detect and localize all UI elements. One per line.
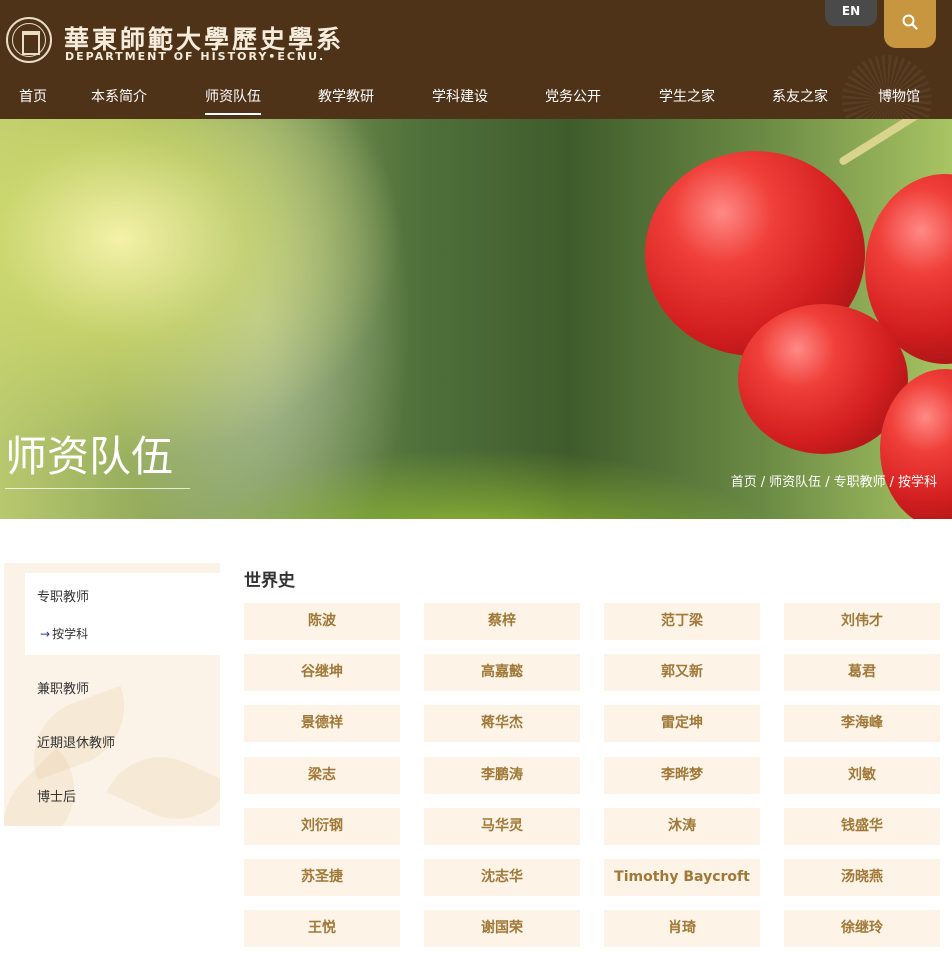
faculty-name-button[interactable]: 高嘉懿 bbox=[424, 654, 580, 691]
faculty-name-button[interactable]: 王悦 bbox=[244, 910, 400, 947]
active-nav-underline bbox=[205, 113, 261, 115]
page-banner: 师资队伍 首页 / 师资队伍 / 专职教师 / 按学科 bbox=[0, 119, 952, 519]
faculty-name-button[interactable]: 刘衍钢 bbox=[244, 808, 400, 845]
breadcrumb-separator: / bbox=[825, 475, 830, 490]
faculty-name-button[interactable]: 马华灵 bbox=[424, 808, 580, 845]
faculty-name-button[interactable]: Timothy Baycroft bbox=[604, 859, 760, 896]
breadcrumb: 首页 / 师资队伍 / 专职教师 / 按学科 bbox=[731, 471, 937, 490]
nav-label: 学生之家 bbox=[659, 89, 715, 105]
breadcrumb-by-discipline[interactable]: 按学科 bbox=[898, 475, 937, 490]
sidebar-subitem-label: 按学科 bbox=[52, 627, 89, 641]
faculty-name-button[interactable]: 沈志华 bbox=[424, 859, 580, 896]
faculty-name-button[interactable]: 苏圣捷 bbox=[244, 859, 400, 896]
faculty-name-button[interactable]: 梁志 bbox=[244, 757, 400, 794]
main-navigation: 首页 本系简介 师资队伍 教学教研 学科建设 党务公开 学生之家 系友之家 博物… bbox=[0, 86, 952, 116]
nav-students[interactable]: 学生之家 bbox=[659, 86, 715, 116]
faculty-name-button[interactable]: 肖琦 bbox=[604, 910, 760, 947]
title-divider bbox=[5, 488, 190, 489]
nav-discipline[interactable]: 学科建设 bbox=[432, 86, 488, 116]
faculty-name-button[interactable]: 李海峰 bbox=[784, 705, 940, 742]
nav-faculty[interactable]: 师资队伍 bbox=[205, 86, 261, 116]
faculty-name-button[interactable]: 范丁梁 bbox=[604, 603, 760, 640]
sidebar-item-parttime[interactable]: 兼职教师 bbox=[37, 678, 89, 697]
sidebar-subitem-by-discipline[interactable]: → 按学科 bbox=[40, 625, 88, 642]
faculty-name-button[interactable]: 陈波 bbox=[244, 603, 400, 640]
nav-home[interactable]: 首页 bbox=[19, 86, 47, 116]
sidebar-item-fulltime[interactable]: 专职教师 bbox=[37, 586, 89, 605]
faculty-name-button[interactable]: 刘敏 bbox=[784, 757, 940, 794]
nav-label: 教学教研 bbox=[318, 89, 374, 105]
faculty-name-button[interactable]: 沐涛 bbox=[604, 808, 760, 845]
nav-museum[interactable]: 博物馆 bbox=[878, 86, 920, 116]
decorative-leaf bbox=[106, 737, 220, 826]
faculty-name-button[interactable]: 钱盛华 bbox=[784, 808, 940, 845]
logo-english-name[interactable]: DEPARTMENT OF HISTORY•ECNU. bbox=[65, 50, 325, 63]
nav-alumni[interactable]: 系友之家 bbox=[772, 86, 828, 116]
nav-party-affairs[interactable]: 党务公开 bbox=[545, 86, 601, 116]
faculty-name-button[interactable]: 蔡梓 bbox=[424, 603, 580, 640]
faculty-name-button[interactable]: 刘伟才 bbox=[784, 603, 940, 640]
university-emblem-icon[interactable] bbox=[6, 17, 52, 63]
faculty-name-button[interactable]: 景德祥 bbox=[244, 705, 400, 742]
search-icon bbox=[902, 14, 918, 30]
nav-label: 师资队伍 bbox=[205, 89, 261, 105]
site-header: 華東師範大學歷史學系 DEPARTMENT OF HISTORY•ECNU. E… bbox=[0, 0, 952, 119]
faculty-name-button[interactable]: 谷继坤 bbox=[244, 654, 400, 691]
faculty-name-button[interactable]: 谢国荣 bbox=[424, 910, 580, 947]
faculty-name-button[interactable]: 李晔梦 bbox=[604, 757, 760, 794]
berry-stem-decoration bbox=[837, 119, 952, 167]
faculty-name-button[interactable]: 李鹏涛 bbox=[424, 757, 580, 794]
nav-label: 学科建设 bbox=[432, 89, 488, 105]
faculty-name-button[interactable]: 蒋华杰 bbox=[424, 705, 580, 742]
breadcrumb-separator: / bbox=[760, 475, 766, 490]
page-title: 师资队伍 bbox=[5, 432, 174, 481]
nav-teaching[interactable]: 教学教研 bbox=[318, 86, 374, 116]
faculty-name-button[interactable]: 徐继玲 bbox=[784, 910, 940, 947]
nav-about[interactable]: 本系简介 bbox=[91, 86, 147, 116]
nav-label: 党务公开 bbox=[545, 89, 601, 105]
sidebar-item-retired[interactable]: 近期退休教师 bbox=[37, 732, 115, 751]
breadcrumb-faculty[interactable]: 师资队伍 bbox=[769, 475, 821, 490]
language-switch-button[interactable]: EN bbox=[825, 0, 877, 26]
faculty-name-button[interactable]: 郭又新 bbox=[604, 654, 760, 691]
nav-label: 博物馆 bbox=[878, 89, 920, 105]
faculty-name-button[interactable]: 汤晓燕 bbox=[784, 859, 940, 896]
nav-label: 首页 bbox=[19, 89, 47, 105]
search-button[interactable] bbox=[884, 0, 936, 48]
right-arrow-icon: → bbox=[40, 627, 51, 641]
sidebar-item-postdoc[interactable]: 博士后 bbox=[37, 786, 76, 805]
nav-label: 本系简介 bbox=[91, 89, 147, 105]
faculty-name-button[interactable]: 葛君 bbox=[784, 654, 940, 691]
breadcrumb-separator: / bbox=[889, 475, 894, 490]
faculty-name-button[interactable]: 雷定坤 bbox=[604, 705, 760, 742]
nav-label: 系友之家 bbox=[772, 89, 828, 105]
breadcrumb-fulltime[interactable]: 专职教师 bbox=[834, 475, 886, 490]
section-title: 世界史 bbox=[244, 571, 295, 591]
sidebar: 专职教师 → 按学科 兼职教师 近期退休教师 博士后 bbox=[4, 563, 220, 826]
breadcrumb-home[interactable]: 首页 bbox=[731, 475, 757, 490]
